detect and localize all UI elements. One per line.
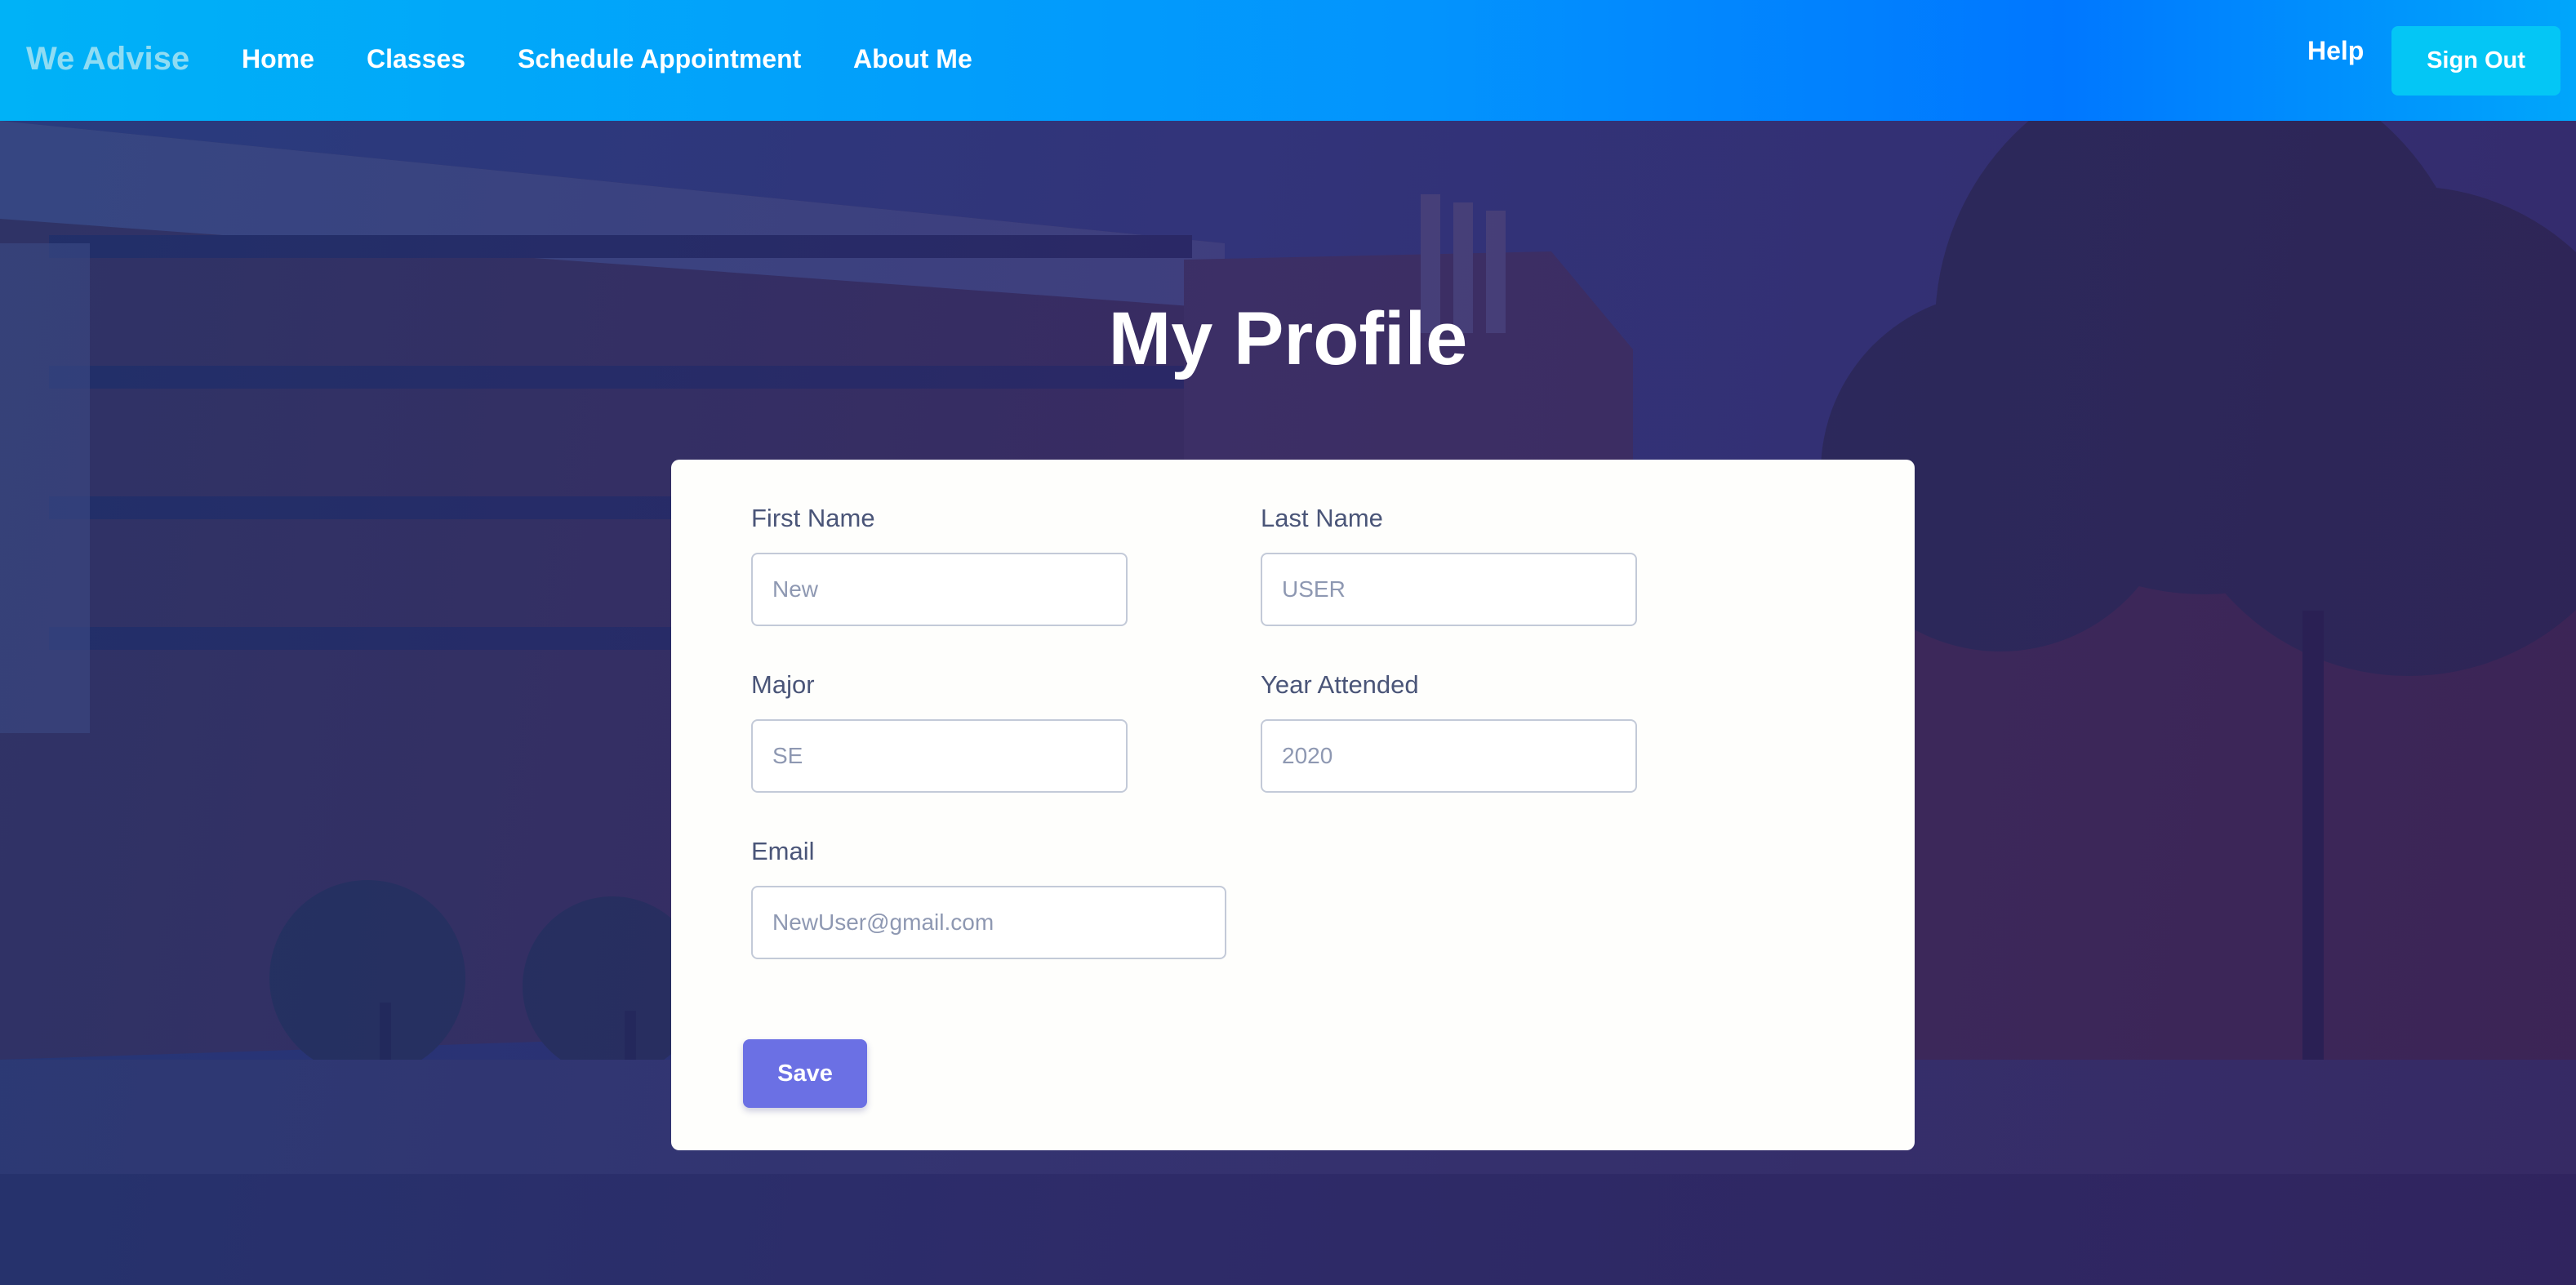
email-input[interactable] <box>751 886 1226 959</box>
nav-home-link[interactable]: Home <box>242 44 314 74</box>
nav-about-me-link[interactable]: About Me <box>853 44 972 74</box>
year-attended-label: Year Attended <box>1261 670 1419 699</box>
sign-out-button[interactable]: Sign Out <box>2391 26 2560 96</box>
page-title: My Profile <box>1108 297 1468 380</box>
last-name-input[interactable] <box>1261 553 1637 626</box>
last-name-label: Last Name <box>1261 504 1383 532</box>
year-attended-input[interactable] <box>1261 719 1637 793</box>
save-button[interactable]: Save <box>743 1039 867 1108</box>
brand-logo[interactable]: We Advise <box>26 41 189 78</box>
nav-classes-link[interactable]: Classes <box>367 44 465 74</box>
major-label: Major <box>751 670 815 699</box>
nav-schedule-appointment-link[interactable]: Schedule Appointment <box>518 44 801 74</box>
first-name-input[interactable] <box>751 553 1128 626</box>
major-input[interactable] <box>751 719 1128 793</box>
first-name-label: First Name <box>751 504 875 532</box>
nav-help-link[interactable]: Help <box>2307 36 2364 66</box>
email-label: Email <box>751 837 815 865</box>
profile-form-card: First Name Last Name Major Year Attended… <box>671 460 1915 1150</box>
top-navbar: We Advise Home Classes Schedule Appointm… <box>0 0 2576 121</box>
